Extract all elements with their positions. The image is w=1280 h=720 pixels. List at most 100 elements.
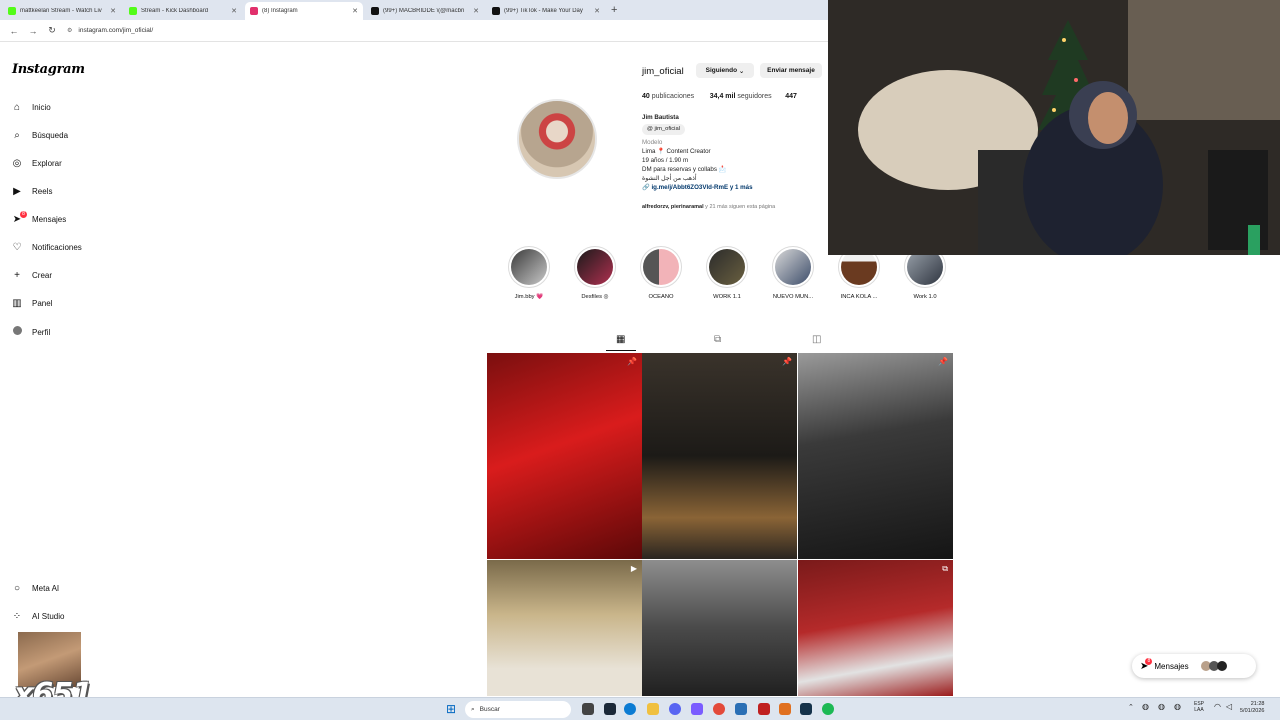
- tray-app-icon[interactable]: ◍: [1158, 702, 1165, 711]
- tray-app-icon[interactable]: ◍: [1174, 702, 1181, 711]
- back-arrow-icon[interactable]: ←: [9, 26, 19, 36]
- messages-floating-button[interactable]: ➤ 8 Mensajes: [1132, 654, 1256, 678]
- highlight-label: INCA KOLA ...: [840, 294, 878, 300]
- tray-app-icon[interactable]: ◍: [1142, 702, 1149, 711]
- post-tile[interactable]: 📌: [487, 353, 642, 559]
- avatar-icon: [11, 326, 23, 338]
- streamer-webcam: [828, 0, 1280, 255]
- highlight-item[interactable]: OCEANO: [638, 246, 684, 300]
- sidebar-item-panel[interactable]: ▥ Panel: [11, 298, 131, 309]
- sidebar-item-label: Crear: [32, 271, 53, 280]
- taskbar-search[interactable]: ⌕ Buscar: [465, 701, 571, 718]
- close-tab-icon[interactable]: ✕: [473, 7, 479, 15]
- volume-icon[interactable]: ◁: [1226, 702, 1232, 711]
- sidebar-item-notificaciones[interactable]: ♡ Notificaciones: [11, 242, 131, 253]
- browser-tab-4[interactable]: (99+) MACBRIDDE \(@macbri ✕: [366, 2, 484, 20]
- tiktok-favicon-icon: [492, 7, 500, 15]
- address-bar: ← → ↻ ⚙ instagram.com/jim_oficial/: [0, 20, 828, 42]
- close-tab-icon[interactable]: ✕: [352, 7, 358, 15]
- highlight-item[interactable]: Jim.bby 💗: [506, 246, 552, 300]
- wifi-icon[interactable]: ◠: [1214, 702, 1221, 711]
- sidebar-item-reels[interactable]: ▶ Reels: [11, 186, 131, 197]
- profile-avatar[interactable]: [517, 99, 597, 179]
- sidebar-item-perfil[interactable]: Perfil: [11, 326, 131, 338]
- sidebar-item-crear[interactable]: + Crear: [11, 270, 131, 281]
- site-info-icon[interactable]: ⚙: [67, 27, 72, 34]
- sidebar-item-label: Inicio: [32, 103, 51, 112]
- windows-start-icon[interactable]: ⊞: [446, 702, 456, 716]
- sidebar-item-meta-ai[interactable]: ○ Meta AI: [11, 583, 131, 594]
- sidebar-item-explorar[interactable]: ◎ Explorar: [11, 158, 131, 169]
- followers-label[interactable]: seguidores: [737, 93, 771, 100]
- close-tab-icon[interactable]: ✕: [110, 7, 116, 15]
- send-message-button[interactable]: Enviar mensaje: [760, 63, 822, 78]
- sidebar-item-inicio[interactable]: ⌂ Inicio: [11, 102, 131, 113]
- highlight-label: Desfiles ◎: [581, 294, 609, 300]
- ai-studio-icon: ⁘: [12, 611, 22, 622]
- sidebar-item-label: Mensajes: [32, 215, 67, 224]
- followed-by-rest: y 21 más siguen esta página: [703, 204, 776, 210]
- followed-by[interactable]: alfredorzv, pierinaramal y 21 más siguen…: [642, 204, 775, 210]
- profile-name: Jim Bautista: [642, 114, 679, 121]
- followed-by-names: alfredorzv, pierinaramal: [642, 204, 704, 210]
- post-tile[interactable]: ▶: [487, 560, 642, 696]
- threads-icon: @: [647, 126, 653, 132]
- clock[interactable]: 21:28 5/01/2026: [1240, 701, 1264, 715]
- followers-count[interactable]: 34,4 mil: [710, 93, 736, 100]
- keyboard-layout: LAA: [1194, 707, 1204, 713]
- app-icon[interactable]: [800, 703, 812, 715]
- url-text: instagram.com/jim_oficial/: [78, 27, 154, 34]
- app-icon[interactable]: [691, 703, 703, 715]
- spotify-icon[interactable]: [822, 703, 834, 715]
- file-explorer-icon[interactable]: [647, 703, 659, 715]
- post-tile[interactable]: 📌: [642, 353, 797, 559]
- chrome-icon[interactable]: [713, 703, 725, 715]
- steam-icon[interactable]: [604, 703, 616, 715]
- browser-tab-1[interactable]: mattkeelan Stream - Watch Liv ✕: [3, 2, 121, 20]
- post-tile[interactable]: [642, 560, 797, 696]
- search-icon: ⌕: [14, 130, 20, 141]
- active-tab-indicator: [606, 350, 636, 351]
- instagram-logo[interactable]: Instagram: [12, 62, 85, 77]
- tab-tagged-icon[interactable]: ◫: [812, 334, 821, 345]
- following-count[interactable]: 447: [785, 93, 797, 100]
- following-button[interactable]: Siguiendo ⌄: [696, 63, 754, 78]
- forward-arrow-icon[interactable]: →: [28, 26, 38, 36]
- post-tile[interactable]: ⧉: [798, 560, 953, 696]
- sidebar-item-mensajes[interactable]: ➤ 8 Mensajes: [11, 211, 131, 225]
- pin-icon: 📌: [627, 357, 637, 366]
- taskbar-search-placeholder: Buscar: [479, 706, 500, 713]
- close-tab-icon[interactable]: ✕: [231, 7, 237, 15]
- windows-taskbar: ⊞ ⌕ Buscar ⌃ ◍ ◍ ◍ ESP LAA ◠ ◁ 21:28 5/01/2…: [0, 697, 1280, 720]
- app-icon[interactable]: [779, 703, 791, 715]
- calculator-icon[interactable]: [735, 703, 747, 715]
- browser-tab-2[interactable]: Stream - Kick Dashboard ✕: [124, 2, 242, 20]
- close-tab-icon[interactable]: ✕: [594, 7, 600, 15]
- url-field[interactable]: ⚙ instagram.com/jim_oficial/: [67, 27, 153, 34]
- sidebar-item-busqueda[interactable]: ⌕ Búsqueda: [11, 130, 131, 141]
- browser-tab-5[interactable]: (99+) TikTok - Make Your Day ✕: [487, 2, 605, 20]
- reload-icon[interactable]: ↻: [47, 25, 57, 36]
- edge-icon[interactable]: [624, 703, 636, 715]
- tab-reels-icon[interactable]: ⧉: [714, 334, 721, 345]
- new-tab-button[interactable]: +: [611, 2, 617, 20]
- tray-chevron-up-icon[interactable]: ⌃: [1128, 703, 1134, 711]
- profile-link-text[interactable]: ig.me/j/Abbt6ZO3Vld-RmE y 1 más: [651, 184, 752, 191]
- profile-link[interactable]: 🔗 ig.me/j/Abbt6ZO3Vld-RmE y 1 más: [642, 183, 822, 192]
- obs-icon[interactable]: [758, 703, 770, 715]
- task-view-icon[interactable]: [582, 703, 594, 715]
- sidebar-item-ai-studio[interactable]: ⁘ AI Studio: [11, 611, 131, 622]
- post-tile[interactable]: 📌: [798, 353, 953, 559]
- language-indicator[interactable]: ESP LAA: [1194, 701, 1204, 713]
- highlight-item[interactable]: NUEVO MUN...: [770, 246, 816, 300]
- plus-icon: +: [14, 270, 20, 281]
- tab-posts-grid-icon[interactable]: ▦: [616, 334, 625, 345]
- browser-tab-bar: mattkeelan Stream - Watch Liv ✕ Stream - …: [0, 0, 828, 20]
- highlight-item[interactable]: Desfiles ◎: [572, 246, 618, 300]
- highlight-item[interactable]: WORK 1.1: [704, 246, 750, 300]
- browser-tab-3-active[interactable]: (8) Instagram ✕: [245, 2, 363, 20]
- sidebar-item-label: Perfil: [32, 327, 51, 337]
- threads-badge[interactable]: @ jim_oficial: [642, 124, 685, 135]
- discord-icon[interactable]: [669, 703, 681, 715]
- clock-time: 21:28: [1250, 701, 1265, 707]
